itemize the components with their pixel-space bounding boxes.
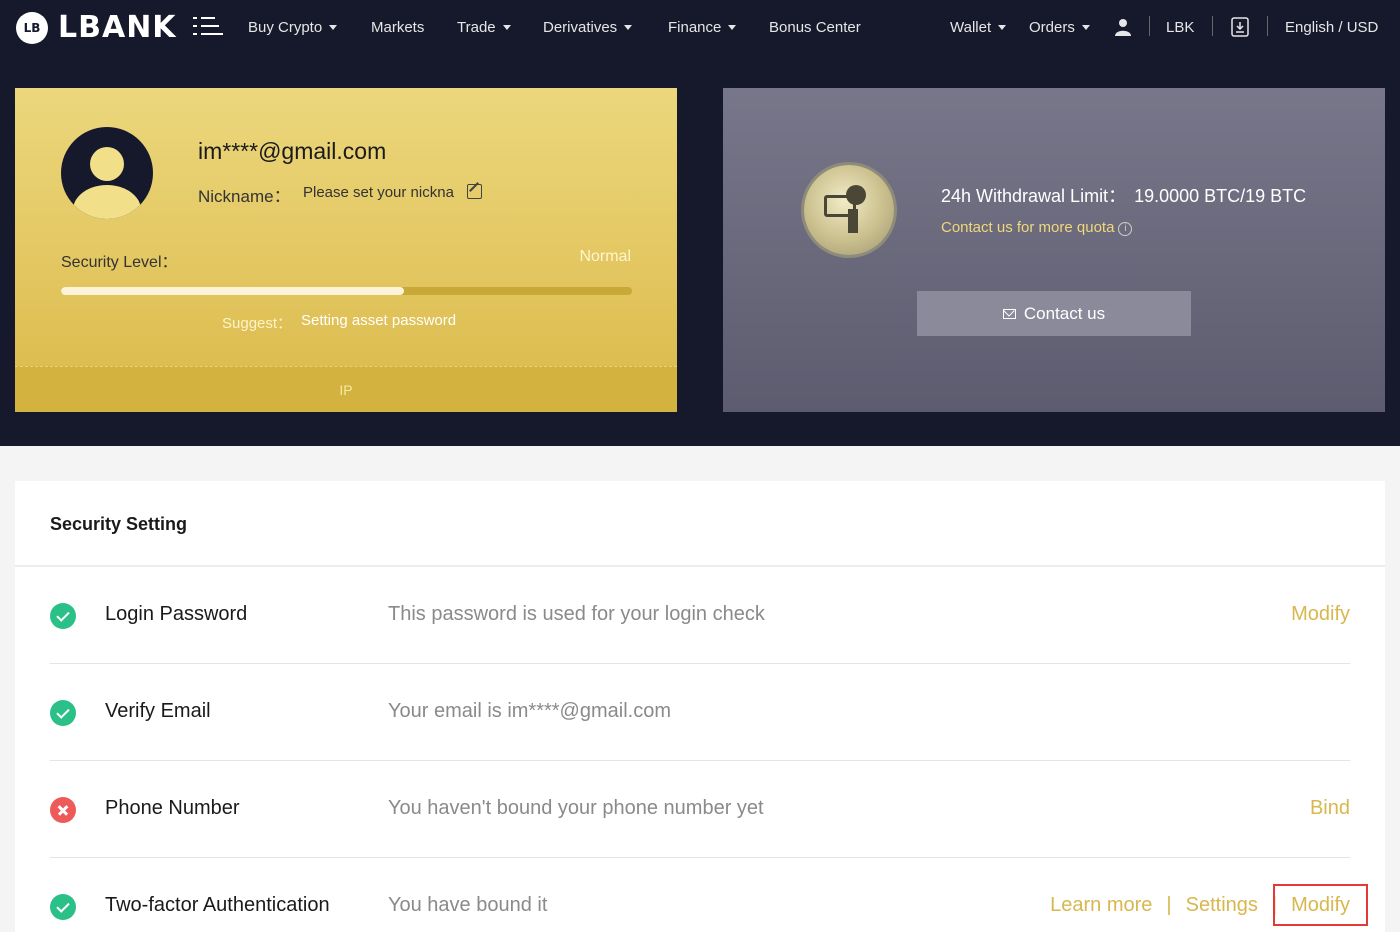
security-level-value: Normal [579, 248, 631, 265]
avatar-head [90, 147, 124, 181]
row-name: Phone Number [105, 797, 240, 819]
nav-markets-label: Markets [371, 18, 425, 36]
nav-finance[interactable]: Finance [668, 0, 737, 54]
account-email: im****@gmail.com [198, 138, 387, 164]
nav-separator [1212, 16, 1213, 36]
withdrawal-limit-value: 19.0000 BTC/19 BTC [1134, 186, 1307, 206]
nav-language-currency[interactable]: English / USD [1285, 0, 1378, 54]
nav-derivatives[interactable]: Derivatives [543, 0, 633, 54]
settings-2fa-link[interactable]: Settings [1186, 894, 1258, 917]
nav-derivatives-label: Derivatives [543, 18, 618, 36]
edit-nickname-icon[interactable] [467, 184, 482, 199]
row-name: Two-factor Authentication [105, 894, 330, 916]
caret-down-icon [998, 24, 1007, 30]
suggest-value[interactable]: Setting asset password [301, 312, 456, 329]
check-icon [50, 603, 76, 629]
security-progress-bar [61, 287, 632, 295]
learn-more-link[interactable]: Learn more [1050, 894, 1152, 917]
check-icon [50, 700, 76, 726]
more-quota-link[interactable]: Contact us for more quota i [941, 219, 1133, 236]
check-icon [50, 894, 76, 920]
nav-wallet[interactable]: Wallet [950, 0, 1007, 54]
panel-title: Security Setting [50, 514, 188, 534]
lbank-logo[interactable]: LB LBANK [16, 10, 177, 45]
nav-markets[interactable]: Markets [371, 0, 424, 54]
nav-buy-crypto-label: Buy Crypto [248, 18, 323, 36]
nav-finance-label: Finance [668, 18, 722, 36]
security-row-login-password: Login Password This password is used for… [50, 567, 1350, 664]
more-quota-label: Contact us for more quota [941, 219, 1115, 236]
caret-down-icon [329, 24, 338, 30]
top-nav: LB LBANK Buy Crypto Markets Trade Deriva… [0, 0, 1400, 54]
security-progress-fill [61, 287, 404, 295]
logo-mark-icon: LB [16, 11, 48, 44]
row-description: You have bound it [388, 894, 548, 916]
action-separator: | [1166, 894, 1172, 916]
error-x-icon [50, 797, 76, 823]
row-name: Login Password [105, 603, 248, 625]
withdrawal-limit-icon [804, 165, 894, 255]
security-row-verify-email: Verify Email Your email is im****@gmail.… [50, 664, 1350, 761]
nav-bonus-center-label: Bonus Center [769, 18, 861, 36]
menu-list-icon[interactable] [193, 15, 223, 37]
info-icon: i [1118, 222, 1133, 236]
caret-down-icon [624, 24, 633, 30]
row-description: You haven't bound your phone number yet [388, 797, 764, 819]
highlight-box [1273, 884, 1368, 926]
suggest-label: Suggest： [222, 315, 293, 332]
row-description: Your email is im****@gmail.com [388, 700, 671, 722]
nickname-value: Please set your nickna [303, 184, 454, 201]
withdrawal-limit-label: 24h Withdrawal Limit： [941, 186, 1127, 206]
security-level-label: Security Level： [61, 254, 178, 271]
logo-text: LBANK [58, 10, 177, 45]
avatar [61, 127, 153, 219]
withdrawal-limit: 24h Withdrawal Limit： 19.0000 BTC/19 BTC [941, 182, 1306, 208]
nav-orders-label: Orders [1029, 18, 1075, 36]
nav-language-label: English / USD [1285, 18, 1379, 36]
row-actions: Bind [1310, 797, 1350, 820]
download-icon[interactable] [1231, 0, 1249, 54]
user-icon[interactable] [1114, 0, 1132, 54]
bind-phone-link[interactable]: Bind [1310, 797, 1350, 820]
nav-trade[interactable]: Trade [457, 0, 511, 54]
contact-us-label: Contact us [1023, 303, 1106, 323]
row-actions: Modify [1291, 603, 1350, 626]
caret-down-icon [728, 24, 737, 30]
security-setting-panel: Security Setting Login Password This pas… [15, 481, 1385, 932]
nav-bonus-center[interactable]: Bonus Center [769, 0, 861, 54]
nav-lbk-label: LBK [1166, 18, 1195, 36]
caret-down-icon [502, 24, 511, 30]
nav-trade-label: Trade [457, 18, 496, 36]
caret-down-icon [1081, 24, 1090, 30]
avatar-body [73, 185, 141, 219]
nav-separator [1267, 16, 1268, 36]
mail-icon [1002, 308, 1016, 319]
nav-buy-crypto[interactable]: Buy Crypto [248, 0, 338, 54]
nav-separator [1149, 16, 1150, 36]
nav-lbk[interactable]: LBK [1166, 0, 1194, 54]
nav-orders[interactable]: Orders [1029, 0, 1090, 54]
contact-us-button[interactable]: Contact us [917, 291, 1191, 336]
row-description: This password is used for your login che… [388, 603, 765, 625]
ip-footer: IP [15, 366, 677, 412]
security-row-2fa: Two-factor Authentication You have bound… [50, 858, 1350, 932]
logo-mark-text: LB [23, 20, 41, 35]
account-card: im****@gmail.com Nickname： Please set yo… [15, 88, 677, 412]
withdrawal-card: 24h Withdrawal Limit： 19.0000 BTC/19 BTC … [723, 88, 1385, 412]
nav-wallet-label: Wallet [950, 18, 992, 36]
ip-label: IP [339, 381, 353, 398]
modify-login-password-link[interactable]: Modify [1291, 603, 1350, 626]
security-row-phone-number: Phone Number You haven't bound your phon… [50, 761, 1350, 858]
row-name: Verify Email [105, 700, 211, 722]
nickname-label: Nickname： [198, 187, 291, 206]
